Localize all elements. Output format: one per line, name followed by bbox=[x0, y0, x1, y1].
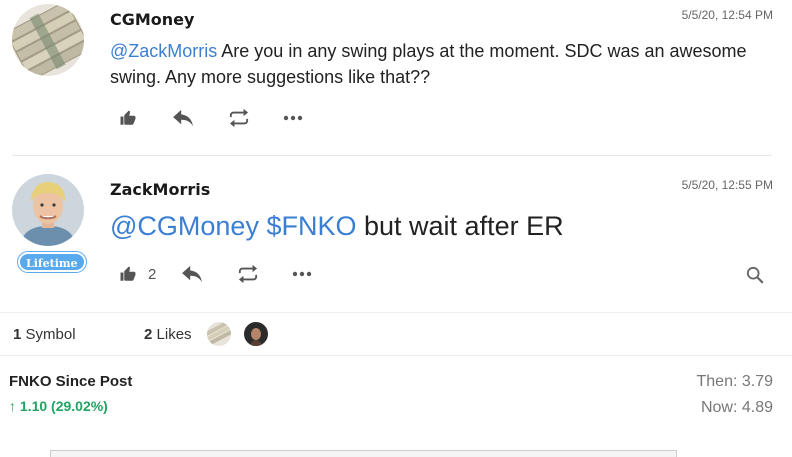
message-text-line2: swing. Any more suggestions like that?? bbox=[110, 67, 431, 87]
reshare-icon bbox=[229, 108, 249, 128]
symbols-stat[interactable]: 1 Symbol bbox=[13, 326, 76, 343]
price-then: Then: 3.79 bbox=[696, 373, 774, 390]
likes-stat[interactable]: 2 Likes bbox=[144, 326, 192, 343]
avatar[interactable] bbox=[12, 174, 84, 246]
price-now: Now: 4.89 bbox=[700, 399, 773, 416]
like-button[interactable] bbox=[118, 265, 138, 283]
money-stack-avatar-icon bbox=[12, 4, 84, 76]
person-avatar-icon bbox=[244, 322, 268, 346]
thumbs-up-icon bbox=[120, 110, 136, 125]
post-actions: 2 bbox=[118, 264, 313, 284]
reply-button[interactable] bbox=[181, 265, 203, 283]
performance-title[interactable]: FNKO Since Post bbox=[9, 373, 132, 390]
reshare-button[interactable] bbox=[237, 264, 259, 284]
likes-count: 2 bbox=[144, 326, 153, 343]
more-dots-icon bbox=[293, 271, 312, 277]
search-button[interactable] bbox=[746, 266, 764, 284]
liker-avatar[interactable] bbox=[207, 322, 231, 346]
message-post: CGMoney 5/5/20, 12:54 PM @ZackMorris Are… bbox=[0, 0, 792, 156]
message-body: @CGMoney $FNKO but wait after ER bbox=[110, 208, 564, 244]
search-icon bbox=[746, 266, 764, 284]
post-stats-bar: 1 Symbol 2 Likes bbox=[0, 312, 792, 356]
post-timestamp[interactable]: 5/5/20, 12:55 PM bbox=[682, 178, 773, 192]
chart-container bbox=[50, 450, 677, 457]
message-body: @ZackMorris Are you in any swing plays a… bbox=[110, 38, 780, 90]
more-button[interactable] bbox=[282, 115, 304, 121]
like-button[interactable] bbox=[118, 109, 138, 127]
lifetime-badge[interactable]: Lifetime bbox=[18, 252, 86, 272]
post-timestamp[interactable]: 5/5/20, 12:54 PM bbox=[682, 8, 773, 22]
performance-change: ↑ 1.10 (29.02%) bbox=[9, 398, 108, 414]
avatar[interactable] bbox=[12, 4, 84, 76]
message-text: but wait after ER bbox=[356, 211, 564, 241]
cashtag-link[interactable]: $FNKO bbox=[266, 211, 356, 241]
likes-label: Likes bbox=[156, 326, 192, 343]
reshare-button[interactable] bbox=[228, 108, 250, 128]
post-actions bbox=[118, 108, 304, 128]
more-dots-icon bbox=[283, 115, 303, 121]
thumbs-up-icon bbox=[120, 266, 136, 281]
reply-icon bbox=[182, 265, 203, 283]
symbols-count: 1 bbox=[13, 326, 22, 343]
username[interactable]: ZackMorris bbox=[110, 180, 210, 199]
reply-button[interactable] bbox=[172, 109, 194, 127]
reply-icon bbox=[173, 109, 193, 127]
money-stack-avatar-icon bbox=[207, 322, 231, 346]
reshare-icon bbox=[239, 264, 258, 284]
person-avatar-icon bbox=[12, 174, 84, 246]
like-count[interactable]: 2 bbox=[148, 266, 156, 283]
message-post: Lifetime ZackMorris 5/5/20, 12:55 PM @CG… bbox=[0, 156, 792, 312]
mention-link[interactable]: @CGMoney bbox=[110, 211, 259, 241]
mention-link[interactable]: @ZackMorris bbox=[110, 41, 217, 61]
username[interactable]: CGMoney bbox=[110, 10, 194, 29]
message-text-line1: Are you in any swing plays at the moment… bbox=[217, 41, 747, 61]
symbols-label: Symbol bbox=[25, 326, 76, 343]
liker-avatar[interactable] bbox=[244, 322, 268, 346]
more-button[interactable] bbox=[291, 271, 313, 277]
